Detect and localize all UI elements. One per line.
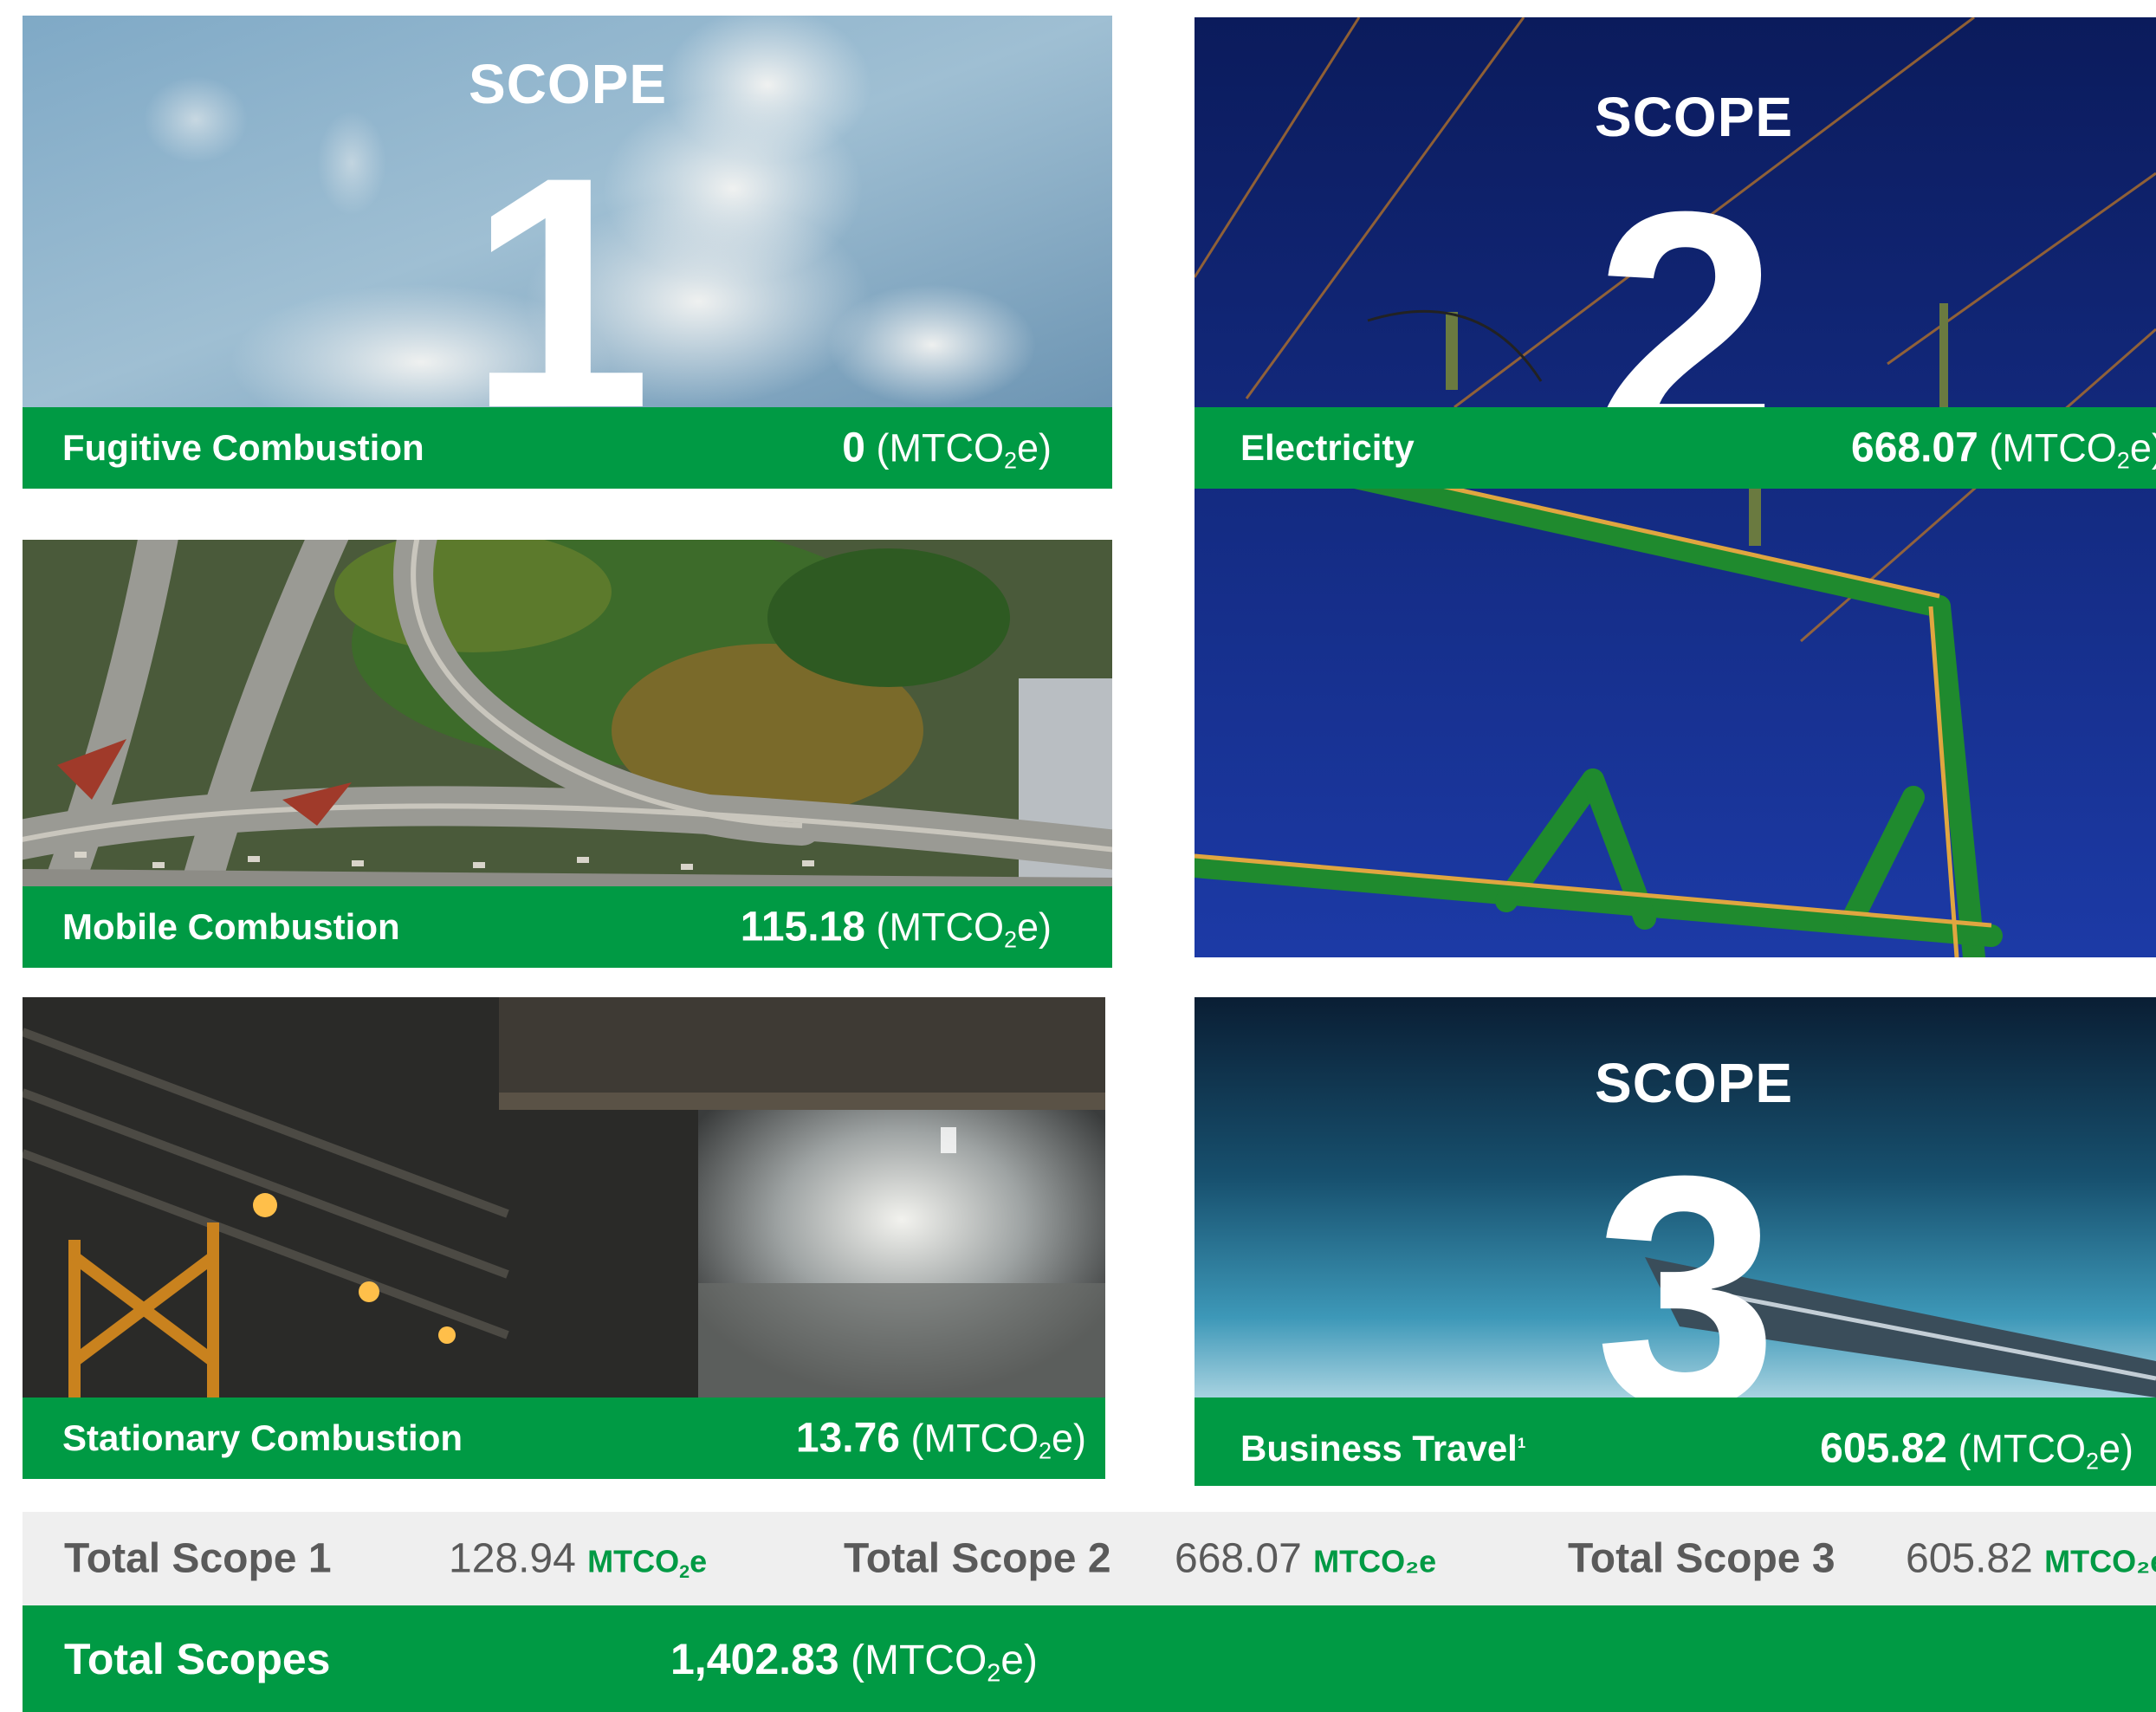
fugitive-combustion-bar: Fugitive Combustion 0 (MTCO2e) (23, 407, 1112, 489)
total-scopes-label: Total Scopes (64, 1634, 331, 1683)
scope1-sky-panel: SCOPE 1 (23, 16, 1112, 407)
electricity-bar: Electricity 668.07 (MTCO2e) (1195, 407, 2156, 489)
stationary-combustion-label: Stationary Combustion (62, 1417, 463, 1458)
factory-image (23, 997, 1105, 1397)
total-scope3-label: Total Scope 3 (1568, 1535, 1836, 1582)
electricity-value: 668.07 (MTCO2e) (1851, 425, 2156, 474)
total-scope1-value: 128.94 MTCO2e (449, 1535, 708, 1582)
scope3-panel: SCOPE 3 (1195, 997, 2156, 1397)
mobile-combustion-value: 115.18 (MTCO2e) (740, 904, 1052, 953)
scope-totals-row: Total Scope 1 128.94 MTCO2e Total Scope … (23, 1512, 2156, 1605)
industrial-interior-icon (23, 997, 1105, 1397)
business-travel-bar: Business Travel1 605.82 (MTCO2e) (1195, 1397, 2156, 1486)
scope3-number: 3 (1595, 1107, 1778, 1398)
scope1-word: SCOPE (469, 53, 668, 115)
highway-aerial-icon (23, 540, 1112, 886)
mobile-combustion-bar: Mobile Combustion 115.18 (MTCO2e) (23, 886, 1112, 968)
total-scope3-value: 605.82 MTCO₂e (1906, 1535, 2156, 1582)
highway-image (23, 540, 1112, 886)
fugitive-combustion-label: Fugitive Combustion (62, 427, 424, 468)
scope1-number: 1 (469, 108, 652, 408)
business-travel-label: Business Travel1 (1240, 1428, 1526, 1469)
fugitive-combustion-value: 0 (MTCO2e) (842, 425, 1052, 474)
mobile-combustion-label: Mobile Combustion (62, 906, 400, 947)
electricity-label: Electricity (1240, 427, 1415, 468)
footnote-marker: 1 (1517, 1435, 1526, 1452)
total-scope2-label: Total Scope 2 (844, 1535, 1111, 1582)
business-travel-value: 605.82 (MTCO2e) (1820, 1425, 2133, 1475)
scope2-word: SCOPE (1595, 86, 1794, 148)
total-scope1-label: Total Scope 1 (64, 1535, 332, 1582)
stationary-combustion-bar: Stationary Combustion 13.76 (MTCO2e) (23, 1397, 1105, 1479)
scope3-word: SCOPE (1595, 1052, 1794, 1114)
total-scopes-value: 1,402.83 (MTCO2e) (670, 1634, 1038, 1688)
total-scope2-value: 668.07 MTCO₂e (1175, 1535, 1437, 1582)
stationary-combustion-value: 13.76 (MTCO2e) (795, 1415, 1086, 1464)
total-scopes-bar: Total Scopes 1,402.83 (MTCO2e) (23, 1605, 2156, 1712)
